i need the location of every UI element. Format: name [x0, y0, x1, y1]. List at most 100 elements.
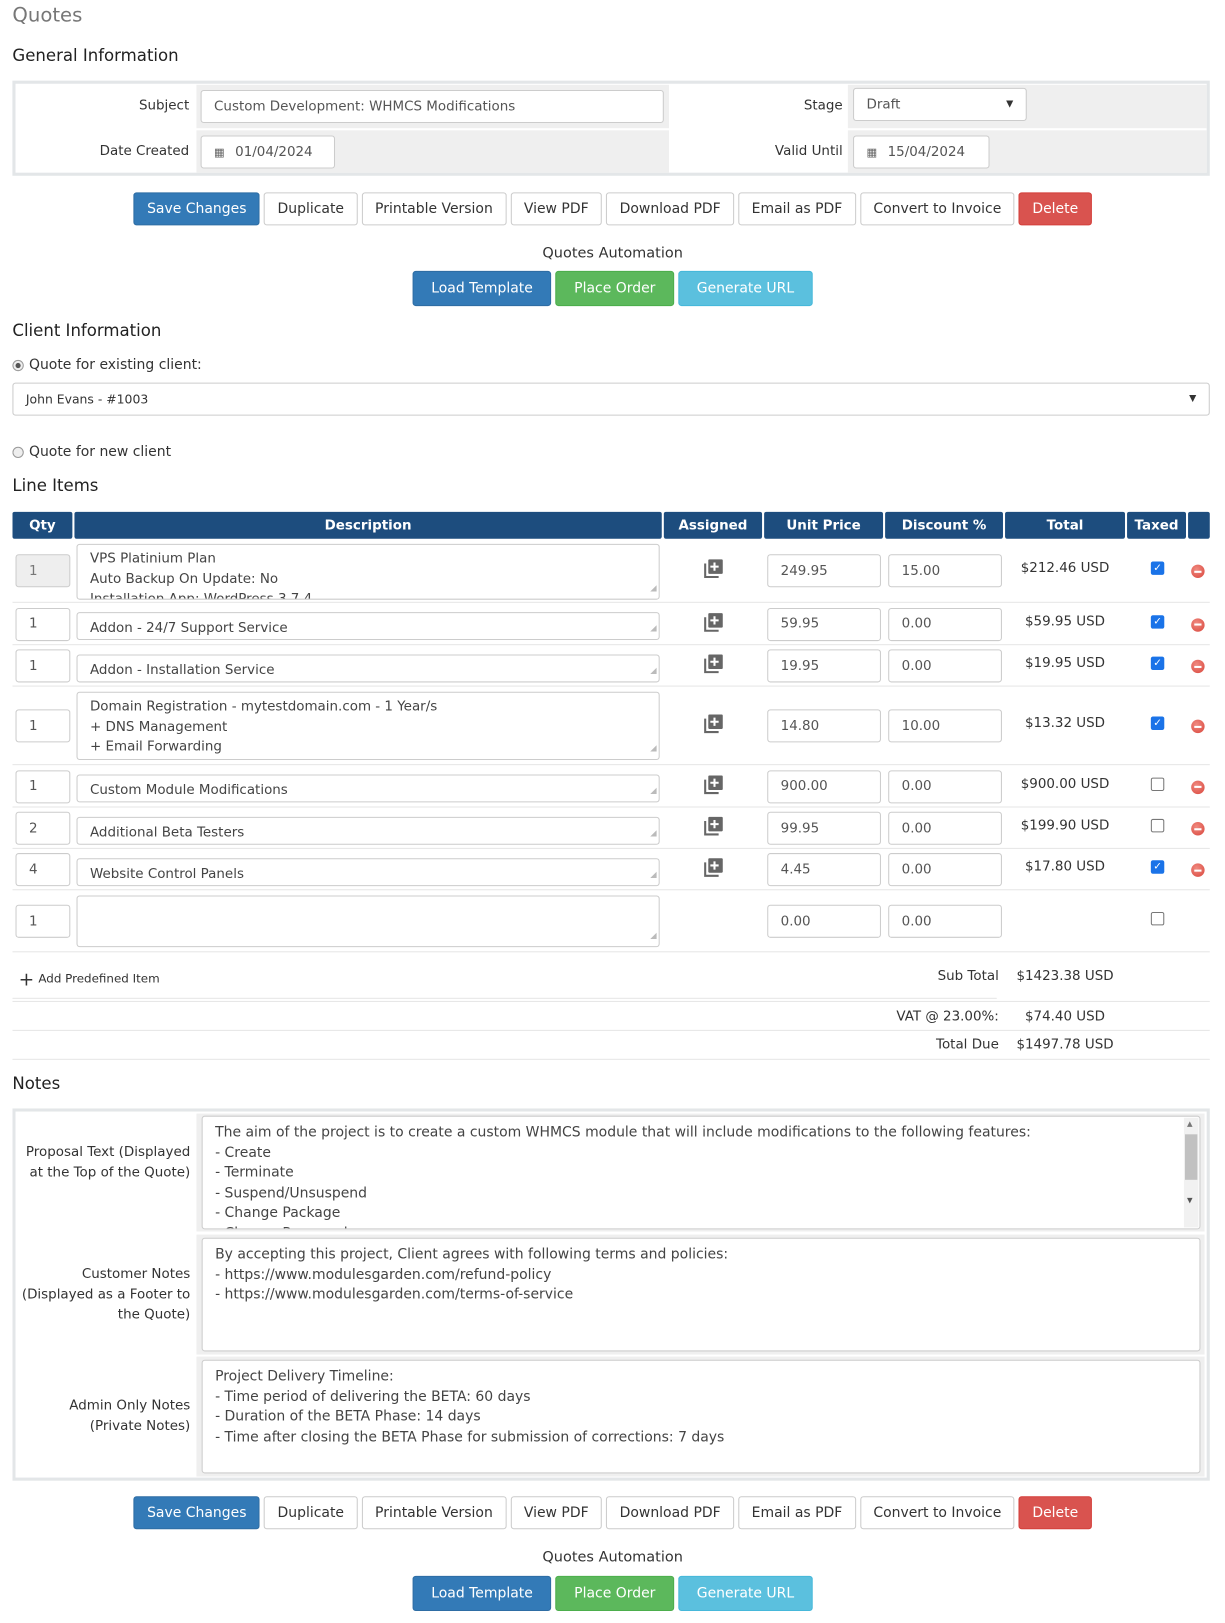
discount-input[interactable]: 15.00: [888, 554, 1002, 588]
remove-item-icon[interactable]: [1191, 659, 1205, 674]
proposal-text-textarea[interactable]: The aim of the project is to create a cu…: [201, 1115, 1201, 1230]
remove-item-icon[interactable]: [1191, 780, 1205, 794]
resize-handle-icon[interactable]: ◢: [650, 661, 656, 680]
remove-item-icon[interactable]: [1191, 822, 1205, 836]
unit-price-input[interactable]: 14.80: [767, 709, 881, 743]
unit-price-input[interactable]: 99.95: [767, 811, 881, 845]
resize-handle-icon[interactable]: ◢: [650, 925, 656, 945]
convert-invoice-button[interactable]: Convert to Invoice: [859, 1496, 1015, 1530]
email-pdf-button[interactable]: Email as PDF: [738, 1496, 856, 1530]
duplicate-button[interactable]: Duplicate: [264, 192, 358, 226]
taxed-checkbox[interactable]: ✓: [1150, 561, 1165, 575]
resize-handle-icon[interactable]: ◢: [650, 865, 656, 884]
admin-notes-label: Admin Only Notes (Private Notes): [69, 1397, 191, 1434]
qty-input[interactable]: 1: [15, 904, 71, 938]
existing-client-radio[interactable]: Quote for existing client:: [12, 357, 202, 373]
remove-item-icon[interactable]: [1191, 564, 1205, 579]
qty-input[interactable]: 1: [15, 554, 71, 588]
unit-price-input[interactable]: 19.95: [767, 649, 881, 683]
view-pdf-button[interactable]: View PDF: [510, 192, 603, 226]
generate-url-button[interactable]: Generate URL: [678, 1575, 813, 1611]
qty-input[interactable]: 2: [15, 811, 71, 845]
place-order-button[interactable]: Place Order: [555, 270, 675, 307]
printable-version-button[interactable]: Printable Version: [361, 192, 507, 226]
resize-handle-icon[interactable]: ◢: [650, 782, 656, 801]
place-order-button[interactable]: Place Order: [555, 1575, 675, 1611]
duplicate-button[interactable]: Duplicate: [264, 1496, 358, 1530]
remove-item-icon[interactable]: [1191, 719, 1205, 734]
description-textarea[interactable]: Addon - 24/7 Support Service ◢: [76, 612, 660, 641]
subject-input[interactable]: Custom Development: WHMCS Modifications: [200, 89, 664, 124]
discount-input[interactable]: 0.00: [888, 904, 1002, 938]
qty-input[interactable]: 1: [15, 709, 71, 743]
printable-version-button[interactable]: Printable Version: [361, 1496, 507, 1530]
customer-notes-textarea[interactable]: By accepting this project, Client agrees…: [201, 1237, 1201, 1352]
discount-input[interactable]: 0.00: [888, 811, 1002, 845]
assign-product-icon[interactable]: [703, 857, 724, 878]
view-pdf-button[interactable]: View PDF: [510, 1496, 603, 1530]
sub-total-value: $1423.38 USD: [1016, 968, 1114, 985]
taxed-checkbox[interactable]: ✓: [1150, 656, 1165, 671]
qty-input[interactable]: 1: [15, 769, 71, 803]
discount-input[interactable]: 10.00: [888, 709, 1002, 743]
load-template-button[interactable]: Load Template: [412, 270, 552, 307]
load-template-button[interactable]: Load Template: [412, 1575, 552, 1611]
description-textarea[interactable]: ◢: [76, 895, 660, 948]
client-select[interactable]: John Evans - #1003 ▼: [12, 382, 1210, 416]
subtotal-row: + Add Predefined Item Sub Total $1423.38 …: [12, 952, 1209, 1001]
qty-input[interactable]: 1: [15, 649, 71, 683]
save-changes-button[interactable]: Save Changes: [133, 192, 260, 226]
valid-until-input[interactable]: ▦ 15/04/2024: [853, 135, 990, 169]
new-client-radio[interactable]: Quote for new client: [12, 444, 171, 460]
generate-url-button[interactable]: Generate URL: [678, 270, 813, 307]
remove-item-icon[interactable]: [1191, 617, 1205, 632]
assign-product-icon[interactable]: [703, 816, 724, 837]
description-textarea[interactable]: Website Control Panels ◢: [76, 857, 660, 886]
description-textarea[interactable]: Additional Beta Testers ◢: [76, 816, 660, 845]
assign-product-icon[interactable]: [703, 558, 724, 579]
description-textarea[interactable]: Custom Module Modifications ◢: [76, 774, 660, 803]
admin-notes-textarea[interactable]: Project Delivery Timeline: - Time period…: [201, 1359, 1201, 1474]
add-predefined-item-link[interactable]: + Add Predefined Item: [19, 969, 160, 991]
discount-input[interactable]: 0.00: [888, 853, 1002, 887]
taxed-checkbox[interactable]: [1150, 777, 1165, 791]
discount-input[interactable]: 0.00: [888, 607, 1002, 641]
delete-button[interactable]: Delete: [1018, 192, 1092, 226]
resize-handle-icon[interactable]: ◢: [650, 619, 656, 638]
assign-product-icon[interactable]: [703, 713, 724, 734]
proposal-scrollbar[interactable]: ▲ ▼: [1183, 1117, 1199, 1228]
description-textarea[interactable]: VPS Platinium Plan Auto Backup On Update…: [76, 543, 660, 600]
date-created-input[interactable]: ▦ 01/04/2024: [200, 135, 336, 169]
assign-product-icon[interactable]: [703, 612, 724, 633]
download-pdf-button[interactable]: Download PDF: [606, 1496, 735, 1530]
qty-input[interactable]: 1: [15, 607, 71, 641]
resize-handle-icon[interactable]: ◢: [650, 738, 656, 758]
taxed-checkbox[interactable]: ✓: [1150, 860, 1165, 874]
assign-product-icon[interactable]: [703, 774, 724, 795]
convert-invoice-button[interactable]: Convert to Invoice: [859, 192, 1015, 226]
resize-handle-icon[interactable]: ◢: [650, 824, 656, 843]
resize-handle-icon[interactable]: ◢: [650, 577, 656, 597]
remove-item-icon[interactable]: [1191, 863, 1205, 877]
discount-input[interactable]: 0.00: [888, 649, 1002, 683]
download-pdf-button[interactable]: Download PDF: [606, 192, 735, 226]
description-textarea[interactable]: Addon - Installation Service ◢: [76, 654, 660, 682]
taxed-checkbox[interactable]: [1150, 911, 1165, 926]
taxed-checkbox[interactable]: ✓: [1150, 614, 1165, 629]
general-info-panel: Subject Custom Development: WHMCS Modifi…: [12, 80, 1210, 176]
unit-price-input[interactable]: 249.95: [767, 554, 881, 588]
qty-input[interactable]: 4: [15, 853, 71, 887]
taxed-checkbox[interactable]: ✓: [1150, 716, 1165, 731]
unit-price-input[interactable]: 0.00: [767, 904, 881, 938]
delete-button[interactable]: Delete: [1018, 1496, 1092, 1530]
assign-product-icon[interactable]: [703, 653, 724, 674]
unit-price-input[interactable]: 4.45: [767, 853, 881, 887]
save-changes-button[interactable]: Save Changes: [133, 1496, 260, 1530]
discount-input[interactable]: 0.00: [888, 769, 1002, 803]
unit-price-input[interactable]: 59.95: [767, 607, 881, 641]
unit-price-input[interactable]: 900.00: [767, 769, 881, 803]
taxed-checkbox[interactable]: [1150, 818, 1165, 833]
stage-select[interactable]: Draft ▼: [853, 87, 1027, 121]
description-textarea[interactable]: Domain Registration - mytestdomain.com -…: [76, 691, 660, 760]
email-pdf-button[interactable]: Email as PDF: [738, 192, 856, 226]
